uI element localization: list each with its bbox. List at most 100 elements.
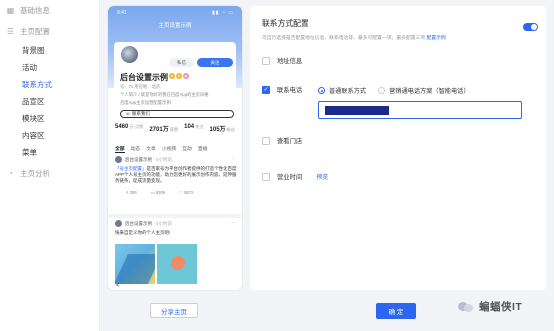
- option-hours[interactable]: 营业时间 预览: [262, 172, 328, 181]
- chart-icon: ◔: [8, 168, 13, 178]
- option-label: 营业时间: [277, 174, 303, 181]
- post-text: 「号主页配置」是百家号为平台创作者提供的打造个性化百度APP个人号主页的功能，助…: [115, 166, 237, 185]
- contact-us-button[interactable]: ☏ 联系我们: [120, 110, 234, 118]
- message-button[interactable]: 私信: [169, 58, 194, 67]
- option-address[interactable]: 地址信息: [262, 56, 302, 65]
- phone-checkbox[interactable]: ✓: [262, 85, 270, 94]
- sidebar-item-label: 主页分析: [20, 168, 50, 178]
- star-badge-icon: ★: [176, 73, 182, 79]
- config-example-link[interactable]: 配置示例: [426, 36, 445, 41]
- sidebar-item-label: 内容区: [22, 130, 45, 140]
- profile-name: 后台设置示例: [120, 73, 168, 82]
- post-header: 后台设置示例 · 4小时前: [115, 220, 237, 227]
- like-action[interactable]: ♡ 9872: [179, 190, 193, 195]
- sidebar: ▦ 基础信息 ☰ 主页配置 背景图 活动 联系方式 品宣区 模块区 内容区 菜单…: [0, 0, 100, 331]
- sidebar-item-label: 联系方式: [22, 79, 52, 89]
- status-icons: ▮▮ ◔ ▭: [211, 10, 234, 16]
- post-image[interactable]: [115, 244, 155, 284]
- profile-cert-line: 百度App主页运营配置示例: [120, 100, 171, 105]
- sidebar-item-basic-info[interactable]: ▦ 基础信息: [6, 2, 50, 18]
- tab-live[interactable]: 直播: [198, 145, 208, 153]
- contact-config-toggle[interactable]: [523, 23, 538, 31]
- more-icon[interactable]: ⋯: [230, 220, 235, 226]
- phone-type-radios: 普通联系方式 营销通电话方案（智能电话）: [318, 86, 478, 95]
- follow-button[interactable]: 关注: [197, 58, 233, 67]
- sidebar-item-background[interactable]: 背景图: [22, 42, 45, 58]
- diamond-badge-icon: ◆: [183, 73, 189, 79]
- sidebar-item-label: 背景图: [22, 45, 45, 55]
- sidebar-item-contact[interactable]: 联系方式: [22, 76, 52, 92]
- hours-checkbox[interactable]: [262, 172, 270, 181]
- post-image[interactable]: [157, 244, 197, 284]
- feed-post[interactable]: 后台设置示例 · 4小时前 ⋯ 「号主页配置」是百家号为平台创作者提供的打造个性…: [115, 156, 237, 195]
- tab-dynamic[interactable]: 动态: [131, 145, 141, 153]
- sidebar-item-activity[interactable]: 活动: [22, 59, 37, 75]
- sidebar-item-label: 模块区: [22, 113, 45, 123]
- comment-action[interactable]: ▭ 6309: [151, 190, 165, 195]
- sidebar-item-label: 主页配置: [20, 26, 50, 36]
- sidebar-item-menu[interactable]: 菜单: [22, 144, 37, 160]
- post-text-link[interactable]: 「号主页配置」: [115, 166, 147, 171]
- store-checkbox[interactable]: [262, 136, 270, 145]
- back-arrow-icon[interactable]: <: [116, 283, 120, 289]
- more-icon[interactable]: ⋯: [230, 156, 235, 162]
- panel-description: 可自行选择是否配置地址信息、联系电话等，最多可配置一项，最多配置三项 配置示例: [262, 36, 446, 41]
- sidebar-item-label: 活动: [22, 62, 37, 72]
- tab-article[interactable]: 文章: [146, 145, 156, 153]
- stat-item: 105万 粉丝: [209, 127, 235, 133]
- hours-preview-link[interactable]: 预览: [316, 172, 328, 181]
- phone-preview: 9:41 ▮▮ ◔ ▭ 主页设置示例 私信 关注 后台设置示例 ★ ★ ◆ 号：…: [108, 6, 242, 290]
- profile-bio-line: 个人简介 / 就是你好的我在百度App的主页风格: [120, 92, 209, 97]
- option-label: 地址信息: [277, 58, 303, 65]
- stat-item: 5460 万·点赞: [115, 124, 144, 130]
- post-author: 后台设置示例: [125, 156, 152, 162]
- grid-icon: ▦: [6, 5, 15, 15]
- post-actions: ↗ 306 ▭ 6309 ♡ 9872: [115, 190, 237, 195]
- tab-short-video[interactable]: 小视频: [162, 145, 176, 153]
- profile-id-line: 号：7x 所在地：北京: [120, 84, 161, 89]
- confirm-button[interactable]: 确 定: [376, 303, 416, 319]
- profile-stats: 5460 万·点赞 2701万 获赞 104 关注 105万 粉丝: [108, 124, 242, 140]
- wechat-logo-icon: [458, 300, 474, 314]
- tab-interact[interactable]: 互动: [182, 145, 192, 153]
- sidebar-item-analytics[interactable]: ◔ 主页分析: [6, 165, 50, 181]
- avatar: [119, 44, 140, 65]
- content-tabs: 全部 动态 文章 小视频 互动 直播: [115, 145, 207, 153]
- address-checkbox[interactable]: [262, 56, 270, 65]
- panel-title: 联系方式配置: [262, 19, 309, 28]
- option-store[interactable]: 查看门店: [262, 136, 302, 145]
- contact-us-label: 联系我们: [131, 111, 150, 116]
- option-phone[interactable]: ✓ 联系电话: [262, 85, 302, 94]
- avatar: [115, 156, 122, 163]
- share-action[interactable]: ↗ 306: [125, 190, 137, 195]
- radio-smart-phone[interactable]: [378, 87, 386, 94]
- watermark: 蝙蝠侠IT: [458, 299, 522, 314]
- divider: [108, 214, 242, 218]
- post-images: [115, 244, 197, 284]
- layout-icon: ☰: [6, 26, 15, 36]
- radio-label: 普通联系方式: [329, 88, 367, 95]
- app-root: ▦ 基础信息 ☰ 主页配置 背景图 活动 联系方式 品宣区 模块区 内容区 菜单…: [0, 0, 554, 331]
- sidebar-item-brand[interactable]: 品宣区: [22, 93, 45, 109]
- sidebar-item-content[interactable]: 内容区: [22, 127, 45, 143]
- phone-number-input[interactable]: [318, 101, 522, 119]
- radio-normal-contact[interactable]: [318, 87, 325, 94]
- tab-all[interactable]: 全部: [115, 145, 125, 153]
- stat-item: 2701万 获赞: [149, 127, 179, 133]
- watermark-text: 蝙蝠侠IT: [479, 301, 523, 313]
- sidebar-item-label: 品宣区: [22, 96, 45, 106]
- post-time: · 4小时前: [153, 156, 173, 162]
- post-time: · 4小时前: [153, 220, 173, 226]
- sidebar-item-label: 基础信息: [20, 5, 50, 15]
- sidebar-item-homepage-config[interactable]: ☰ 主页配置: [6, 23, 50, 39]
- sidebar-item-label: 菜单: [22, 147, 37, 157]
- profile-badges: ★ ★ ◆: [169, 73, 189, 79]
- post-header: 后台设置示例 · 4小时前: [115, 156, 237, 163]
- option-label: 联系电话: [277, 87, 303, 94]
- post-text: 快来自定义你的个人主页吧!: [115, 230, 171, 235]
- feed-post[interactable]: 后台设置示例 · 4小时前 ⋯ 快来自定义你的个人主页吧!: [115, 220, 237, 236]
- share-homepage-button[interactable]: 分享主页: [150, 303, 198, 318]
- sidebar-item-modules[interactable]: 模块区: [22, 110, 45, 126]
- radio-label: 营销通电话方案（智能电话）: [389, 88, 470, 95]
- stat-item: 104 关注: [184, 124, 204, 130]
